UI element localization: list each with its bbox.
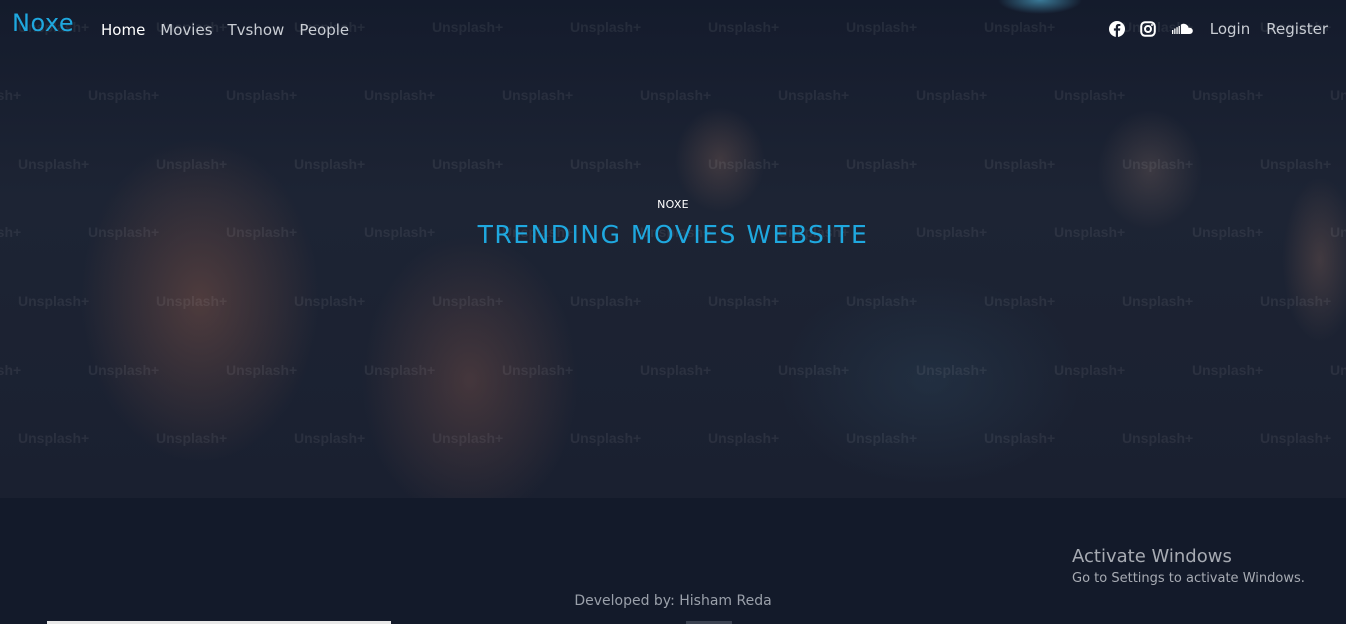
watermark-text: Unsplash+	[916, 87, 988, 103]
watermark-text: Unsplash+	[18, 430, 90, 446]
watermark-text: Unsplash+	[708, 156, 780, 172]
watermark-text: Unsplash+	[708, 293, 780, 309]
navbar: Noxe Home Movies Tvshow People Login Reg…	[0, 0, 1346, 60]
activation-subtitle: Go to Settings to activate Windows.	[1072, 571, 1305, 586]
watermark-text: Unsplash+	[0, 87, 22, 103]
watermark-text: Unsplash+	[226, 362, 298, 378]
watermark-text: Unsplash+	[1260, 430, 1332, 446]
footer-credit: Developed by: Hisham Reda	[574, 593, 772, 609]
watermark-text: Unsplash+	[1054, 87, 1126, 103]
watermark-text: Unsplash+	[18, 156, 90, 172]
instagram-icon[interactable]	[1139, 21, 1156, 37]
watermark-text: Unsplash+	[156, 156, 228, 172]
watermark-text: Unsplash+	[364, 87, 436, 103]
watermark-text: Unsplash+	[570, 430, 642, 446]
nav-link-home[interactable]: Home	[101, 21, 145, 39]
watermark-text: Unsplash+	[984, 293, 1056, 309]
nav-right: Login Register	[1108, 20, 1328, 38]
watermark-text: Unsplash+	[1122, 293, 1194, 309]
nav-link-movies[interactable]: Movies	[160, 21, 212, 39]
watermark-text: Unsplash+	[364, 362, 436, 378]
watermark-text: Unsplash+	[708, 430, 780, 446]
watermark-text: Unsplash+	[18, 293, 90, 309]
soundcloud-icon[interactable]	[1171, 21, 1193, 37]
watermark-text: Unsplash+	[570, 293, 642, 309]
watermark-text: Unsplash+	[1260, 293, 1332, 309]
watermark-text: Unsplash+	[502, 87, 574, 103]
nav-link-people[interactable]: People	[299, 21, 349, 39]
watermark-text: Unsplash+	[570, 156, 642, 172]
watermark-text: Unsplash+	[1260, 156, 1332, 172]
watermark-text: Unsplash+	[0, 362, 22, 378]
watermark-text: Unsplash+	[846, 156, 918, 172]
watermark-text: Unsplash+	[156, 430, 228, 446]
watermark-text: Unsplash+	[1122, 430, 1194, 446]
watermark-text: Unsplash+	[1330, 87, 1346, 103]
activation-title: Activate Windows	[1072, 546, 1232, 567]
watermark-text: Unsplash+	[984, 430, 1056, 446]
register-link[interactable]: Register	[1266, 20, 1328, 38]
watermark-text: Unsplash+	[88, 87, 160, 103]
watermark-text: Unsplash+	[640, 362, 712, 378]
watermark-text: Unsplash+	[1192, 362, 1264, 378]
watermark-text: Unsplash+	[88, 362, 160, 378]
watermark-overlay: Unsplash+ Unsplash+ Unsplash+ Unsplash+ Unsp…	[0, 0, 1346, 498]
watermark-text: Unsplash+	[502, 362, 574, 378]
watermark-text: Unsplash+	[432, 156, 504, 172]
watermark-text: Unsplash+	[294, 293, 366, 309]
login-link[interactable]: Login	[1210, 20, 1250, 38]
watermark-text: Unsplash+	[294, 430, 366, 446]
nav-links: Home Movies Tvshow People	[101, 21, 364, 39]
hero-eyebrow: NOXE	[657, 198, 689, 211]
watermark-text: Unsplash+	[294, 156, 366, 172]
watermark-text: Unsplash+	[1330, 362, 1346, 378]
page: Unsplash+ Unsplash+ Unsplash+ Unsplash+ Unsp…	[0, 0, 1346, 624]
watermark-text: Unsplash+	[1122, 156, 1194, 172]
watermark-text: Unsplash+	[640, 87, 712, 103]
watermark-text: Unsplash+	[778, 87, 850, 103]
watermark-text: Unsplash+	[916, 362, 988, 378]
watermark-text: Unsplash+	[156, 293, 228, 309]
windows-activation-notice: Activate Windows Go to Settings to activ…	[1072, 546, 1305, 586]
nav-link-tvshow[interactable]: Tvshow	[228, 21, 285, 39]
watermark-text: Unsplash+	[432, 293, 504, 309]
hero-headline: TRENDING MOVIES WEBSITE	[477, 220, 869, 249]
watermark-text: Unsplash+	[778, 362, 850, 378]
watermark-text: Unsplash+	[984, 156, 1056, 172]
facebook-icon[interactable]	[1108, 21, 1125, 37]
brand-logo[interactable]: Noxe	[12, 9, 74, 37]
watermark-text: Unsplash+	[1192, 87, 1264, 103]
watermark-text: Unsplash+	[226, 87, 298, 103]
watermark-text: Unsplash+	[1054, 362, 1126, 378]
watermark-text: Unsplash+	[432, 430, 504, 446]
watermark-text: Unsplash+	[846, 293, 918, 309]
watermark-text: Unsplash+	[846, 430, 918, 446]
